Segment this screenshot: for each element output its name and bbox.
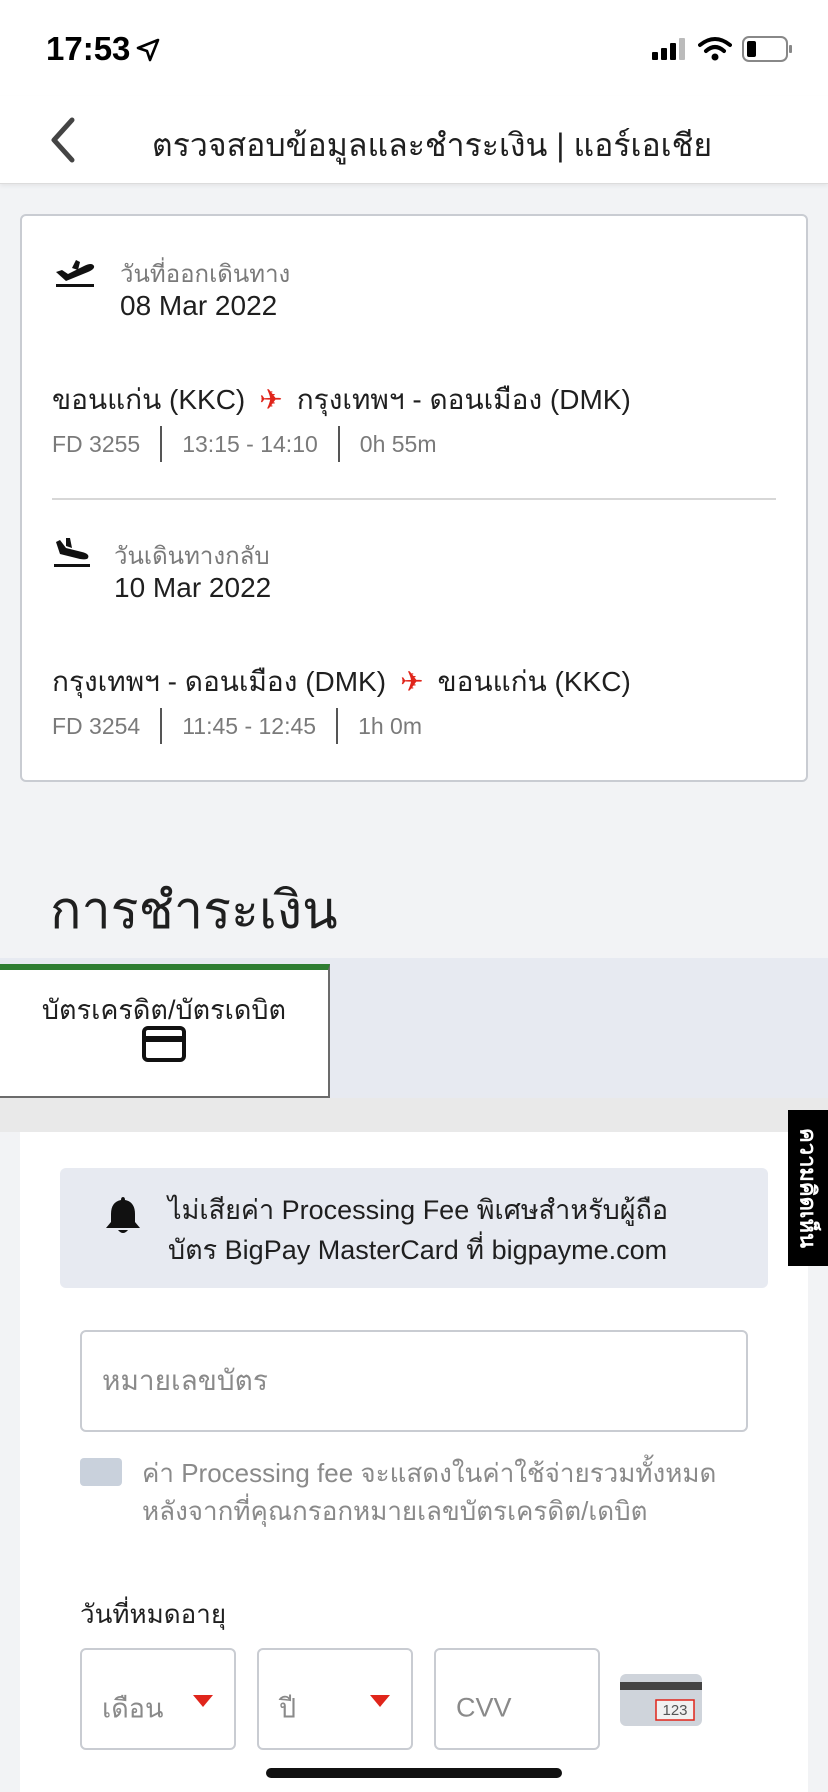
- outbound-date-label: วันที่ออกเดินทาง: [120, 261, 291, 288]
- card-placeholder-icon: [80, 1458, 122, 1486]
- notice-text: ไม่เสียค่า Processing Fee พิเศษสำหรับผู้…: [168, 1190, 668, 1270]
- return-route: กรุงเทพฯ - ดอนเมือง (DMK) ✈ ขอนแก่น (KKC): [52, 660, 631, 704]
- feedback-label: ความคิดเห็น: [795, 1128, 821, 1248]
- cvv-input[interactable]: CVV: [434, 1648, 600, 1750]
- feedback-tab[interactable]: ความคิดเห็น: [788, 1110, 828, 1266]
- chevron-down-icon: [370, 1695, 390, 1707]
- outbound-flight-number: FD 3255: [52, 430, 141, 457]
- bell-icon: [106, 1197, 140, 1233]
- chevron-down-icon: [193, 1695, 213, 1707]
- return-date-label: วันเดินทางกลับ: [114, 543, 270, 570]
- payment-heading: การชำระเงิน: [50, 882, 338, 940]
- outbound-date: 08 Mar 2022: [120, 290, 278, 321]
- cvv-hint-card-icon: 123: [620, 1674, 702, 1726]
- divider: [160, 426, 163, 462]
- return-date: 10 Mar 2022: [114, 572, 272, 603]
- return-duration: 1h 0m: [358, 712, 423, 739]
- notice-line-1: ไม่เสียค่า Processing Fee พิเศษสำหรับผู้…: [168, 1195, 669, 1225]
- section-band: [0, 1098, 828, 1132]
- return-origin: กรุงเทพฯ - ดอนเมือง (DMK): [52, 666, 387, 697]
- status-bar: 17:53: [0, 0, 828, 96]
- segment-divider: [52, 498, 776, 500]
- location-arrow-icon: [136, 38, 160, 62]
- year-select[interactable]: ปี: [257, 1648, 413, 1750]
- credit-card-icon: [142, 1026, 186, 1062]
- return-flight-number: FD 3254: [52, 712, 141, 739]
- plane-icon: ✈: [259, 384, 283, 415]
- year-select-value: ปี: [279, 1693, 297, 1724]
- wifi-icon: [698, 37, 732, 61]
- expiry-label: วันที่หมดอายุ: [80, 1599, 227, 1629]
- battery-icon: [742, 36, 792, 62]
- status-time: 17:53: [46, 30, 131, 67]
- nav-bar: ตรวจสอบข้อมูลและชำระเงิน | แอร์เอเชีย: [0, 96, 828, 184]
- plane-icon: ✈: [400, 666, 424, 697]
- flight-summary-card: วันที่ออกเดินทาง 08 Mar 2022 ขอนแก่น (KK…: [20, 214, 808, 782]
- tab-credit-debit-card[interactable]: บัตรเครดิต/บัตรเดบิต: [0, 964, 330, 1098]
- bigpay-notice: ไม่เสียค่า Processing Fee พิเศษสำหรับผู้…: [60, 1168, 768, 1288]
- tab-label: บัตรเครดิต/บัตรเดบิต: [41, 995, 287, 1025]
- month-select-value: เดือน: [102, 1693, 164, 1724]
- divider: [336, 708, 339, 744]
- divider: [160, 708, 163, 744]
- outbound-origin: ขอนแก่น (KKC): [52, 384, 246, 415]
- processing-fee-note: ค่า Processing fee จะแสดงในค่าใช้จ่ายรวม…: [142, 1458, 717, 1526]
- divider: [337, 426, 340, 462]
- departure-plane-icon: [56, 260, 95, 287]
- outbound-flight-info: FD 3255 13:15 - 14:10 0h 55m: [52, 426, 437, 462]
- return-flight-info: FD 3254 11:45 - 12:45 1h 0m: [52, 708, 422, 744]
- cvv-placeholder: CVV: [456, 1692, 512, 1723]
- return-destination: ขอนแก่น (KKC): [437, 666, 631, 697]
- month-select[interactable]: เดือน: [80, 1648, 236, 1750]
- outbound-duration: 0h 55m: [359, 430, 437, 457]
- cellular-signal-icon: [652, 38, 685, 60]
- return-time: 11:45 - 12:45: [182, 712, 317, 739]
- home-indicator: [266, 1768, 562, 1778]
- outbound-destination: กรุงเทพฯ - ดอนเมือง (DMK): [296, 384, 631, 415]
- outbound-time: 13:15 - 14:10: [182, 430, 318, 457]
- arrival-plane-icon: [54, 538, 90, 567]
- page-title: ตรวจสอบข้อมูลและชำระเงิน | แอร์เอเชีย: [151, 127, 713, 163]
- notice-line-2: บัตร BigPay MasterCard ที่ bigpayme.com: [168, 1235, 668, 1265]
- cvv-hint-text: 123: [662, 1702, 687, 1719]
- outbound-route: ขอนแก่น (KKC) ✈ กรุงเทพฯ - ดอนเมือง (DMK): [52, 378, 631, 422]
- card-number-input[interactable]: [80, 1330, 748, 1432]
